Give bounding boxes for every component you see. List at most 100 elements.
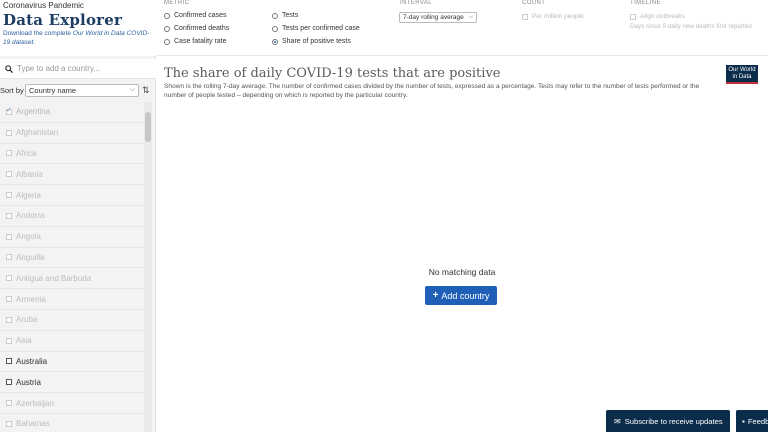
country-list-item[interactable]: Angola <box>0 227 144 248</box>
country-name: Antigua and Barbuda <box>16 273 92 283</box>
country-list-item[interactable]: Azerbaijan <box>0 393 144 414</box>
subscribe-button[interactable]: ✉ Subscribe to receive updates <box>606 410 730 432</box>
search-icon <box>5 64 13 73</box>
search-placeholder: Type to add a country... <box>17 64 101 73</box>
chart-title: The share of daily COVID-19 tests that a… <box>164 66 501 81</box>
checkbox-icon[interactable] <box>6 233 12 240</box>
metric-option-label: Case fatality rate <box>174 38 227 45</box>
country-name: Angola <box>16 232 41 242</box>
checkbox-icon[interactable] <box>6 358 12 365</box>
radio-icon[interactable] <box>164 12 170 19</box>
subscribe-label: Subscribe to receive updates <box>624 416 723 426</box>
count-label: COUNT <box>522 0 546 6</box>
country-list-item[interactable]: Aruba <box>0 310 144 331</box>
country-name: Armenia <box>16 294 46 304</box>
interval-select[interactable]: 7-day rolling average ⌵ <box>399 12 477 23</box>
checkbox-icon[interactable] <box>6 337 12 344</box>
metric-option-share-positive[interactable]: Share of positive tests <box>272 38 351 45</box>
radio-icon[interactable] <box>164 38 170 45</box>
checkbox-icon[interactable] <box>6 316 12 323</box>
country-search[interactable]: Type to add a country... <box>0 59 156 79</box>
chart-subtitle: Shown is the rolling 7-day average. The … <box>164 83 700 99</box>
country-list-item[interactable]: Africa <box>0 144 144 165</box>
checkbox-icon[interactable] <box>6 379 12 386</box>
plus-icon: + <box>432 290 439 301</box>
country-list-item[interactable]: Asia <box>0 331 144 352</box>
timeline-label: TIMELINE <box>630 0 661 6</box>
radio-selected-icon[interactable] <box>272 38 278 45</box>
metric-label: METRIC <box>164 0 190 6</box>
chat-bubble-icon: ▪ <box>742 416 745 426</box>
sort-order-icon[interactable]: ⇅ <box>142 85 150 96</box>
country-name: Azerbaijan <box>16 398 54 408</box>
country-list: Argentina Afghanistan Africa Albania Algeria… <box>0 102 144 432</box>
country-name: Albania <box>16 169 43 179</box>
checkbox-icon[interactable] <box>6 400 12 407</box>
country-list-item[interactable]: Argentina <box>0 102 144 123</box>
checkbox-checked-icon[interactable] <box>6 106 12 115</box>
per-million-checkbox[interactable]: Per million people <box>522 13 584 20</box>
feedback-button[interactable]: ▪ Feedback <box>736 410 768 432</box>
sort-select-value: Country name <box>29 85 77 95</box>
country-name: Andorra <box>16 211 45 221</box>
country-list-item[interactable]: Algeria <box>0 185 144 206</box>
country-list-item[interactable]: Armenia <box>0 289 144 310</box>
checkbox-icon[interactable] <box>6 192 12 199</box>
metric-option-tests[interactable]: Tests <box>272 12 298 19</box>
metric-option-label: Tests per confirmed case <box>282 25 360 32</box>
checkbox-icon[interactable] <box>6 275 12 282</box>
checkbox-icon[interactable] <box>6 296 12 303</box>
per-million-label: Per million people <box>532 13 584 20</box>
country-list-item[interactable]: Afghanistan <box>0 123 144 144</box>
metric-option-tests-per-case[interactable]: Tests per confirmed case <box>272 25 360 32</box>
country-list-item[interactable]: Antigua and Barbuda <box>0 268 144 290</box>
chart-panel: The share of daily COVID-19 tests that a… <box>157 57 768 432</box>
country-sidebar: Type to add a country... Sort by Country… <box>0 56 156 432</box>
checkbox-icon[interactable] <box>6 254 12 261</box>
checkbox-icon[interactable] <box>630 13 636 20</box>
checkbox-icon[interactable] <box>522 13 528 20</box>
page-title: Data Explorer <box>3 11 123 29</box>
chevron-down-icon: ⌵ <box>468 14 473 20</box>
checkbox-icon[interactable] <box>6 150 12 157</box>
metric-option-confirmed-deaths[interactable]: Confirmed deaths <box>164 25 229 32</box>
checkbox-icon[interactable] <box>6 212 12 219</box>
checkbox-icon[interactable] <box>6 129 12 136</box>
sort-select[interactable]: Country name ⌵ <box>25 83 139 97</box>
metric-option-case-fatality-rate[interactable]: Case fatality rate <box>164 38 227 45</box>
sidebar-scrollbar[interactable] <box>144 102 152 432</box>
feedback-label: Feedback <box>747 416 768 426</box>
metric-option-label: Confirmed cases <box>174 12 227 19</box>
dataset-description-text: Download the complete <box>3 30 73 37</box>
radio-icon[interactable] <box>272 25 278 32</box>
metric-option-label: Confirmed deaths <box>174 25 230 32</box>
checkbox-icon[interactable] <box>6 171 12 178</box>
country-list-item[interactable]: Albania <box>0 164 144 186</box>
add-country-button[interactable]: + Add country <box>425 286 497 305</box>
country-list-item[interactable]: Australia <box>0 351 144 373</box>
country-list-item[interactable]: Andorra <box>0 206 144 227</box>
country-list-item[interactable]: Austria <box>0 372 144 394</box>
envelope-icon: ✉ <box>614 416 621 426</box>
page-supertitle: Coronavirus Pandemic <box>3 1 84 10</box>
country-name: Africa <box>16 148 37 158</box>
country-name: Austria <box>16 377 41 387</box>
country-name: Australia <box>16 356 48 366</box>
country-list-item[interactable]: Anguilla <box>0 248 144 269</box>
dataset-description: Download the complete Our World in Data … <box>3 29 154 47</box>
controls-bar: METRIC Confirmed cases Confirmed deaths … <box>157 0 768 56</box>
country-name: Algeria <box>16 190 41 200</box>
radio-icon[interactable] <box>272 12 278 19</box>
scrollbar-thumb[interactable] <box>145 112 151 142</box>
no-data-message: No matching data <box>428 267 496 277</box>
metric-option-confirmed-cases[interactable]: Confirmed cases <box>164 12 227 19</box>
sort-row: Sort by Country name ⌵ ⇅ <box>0 82 156 98</box>
checkbox-icon[interactable] <box>6 420 12 427</box>
radio-icon[interactable] <box>164 25 170 32</box>
align-outbreaks-checkbox[interactable]: Align outbreaks <box>630 13 685 20</box>
timeline-hint: Days since 5 daily new deaths first repo… <box>630 23 752 30</box>
country-list-item[interactable]: Bahamas <box>0 414 144 432</box>
align-outbreaks-label: Align outbreaks <box>640 13 685 20</box>
interval-label: INTERVAL <box>400 0 432 6</box>
owid-logo[interactable]: Our World in Data <box>726 65 758 84</box>
